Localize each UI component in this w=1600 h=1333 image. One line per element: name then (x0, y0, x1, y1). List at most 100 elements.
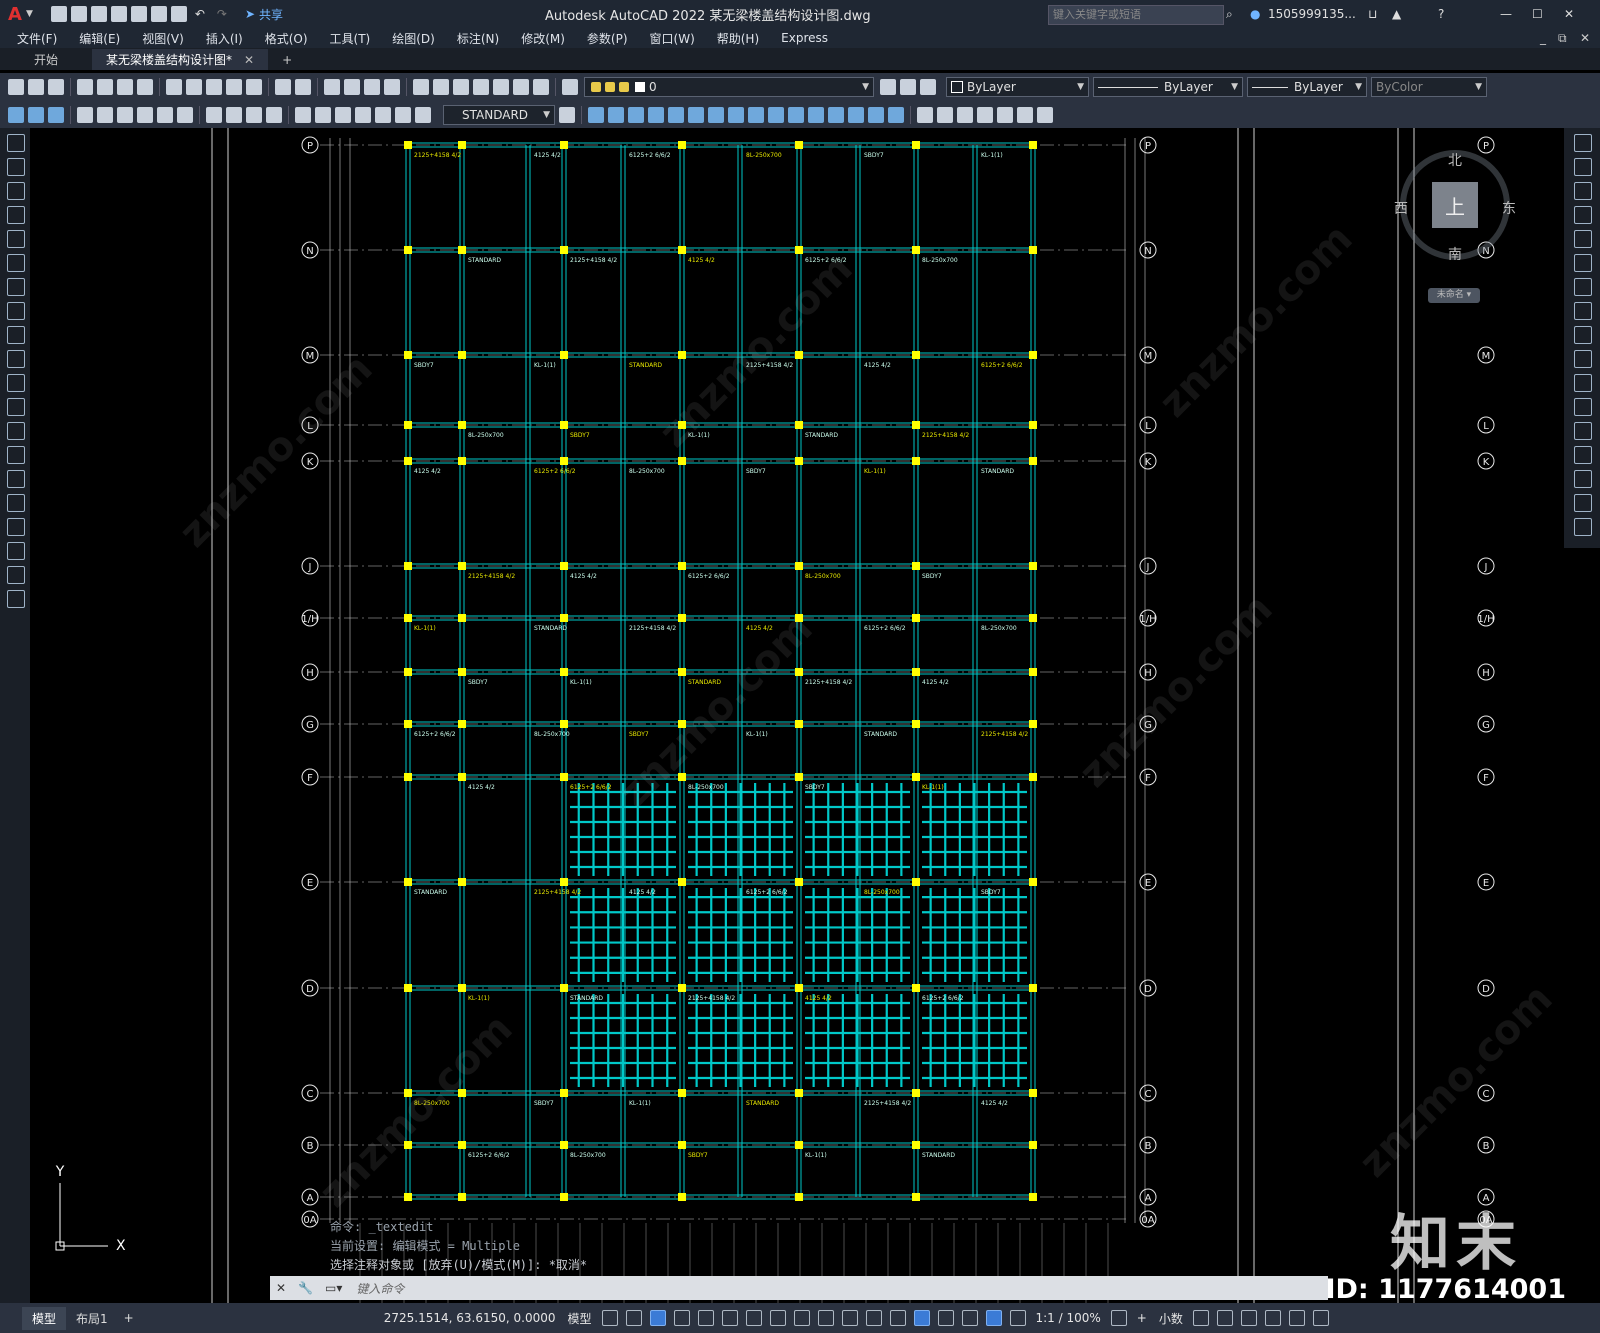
continue-icon[interactable] (226, 106, 242, 123)
linear-dimension-icon[interactable] (28, 106, 44, 123)
array-icon[interactable] (1574, 230, 1592, 248)
coordinates-readout[interactable]: 2725.1514, 63.6150, 0.0000 (384, 1311, 556, 1325)
snap-icon[interactable] (625, 1310, 642, 1326)
mtext-icon[interactable] (7, 566, 25, 584)
command-recent-icon[interactable]: ▭▾ (325, 1281, 342, 1295)
baseline-icon[interactable] (206, 106, 222, 123)
menu-view[interactable]: 视图(V) (131, 30, 195, 47)
quick-dimension-icon[interactable] (8, 106, 24, 123)
modify-offset-icon[interactable] (648, 106, 664, 123)
transparency-icon[interactable] (841, 1310, 858, 1326)
isodraft-icon[interactable] (745, 1310, 762, 1326)
tool-palettes-icon[interactable] (453, 79, 469, 95)
construction-line-icon[interactable] (7, 158, 25, 176)
modify-join-icon[interactable] (828, 106, 844, 123)
redo-icon[interactable]: ↷ (217, 7, 227, 21)
aligned-dimension-icon[interactable] (48, 106, 64, 123)
gizmo-icon[interactable] (961, 1310, 978, 1326)
scale-icon[interactable] (1574, 302, 1592, 320)
search-icon[interactable]: ⌕ (1226, 7, 1233, 22)
dynamic-input-icon[interactable] (673, 1310, 690, 1326)
menu-window[interactable]: 窗口(W) (639, 30, 706, 47)
polygon-icon[interactable] (7, 206, 25, 224)
cart-icon[interactable]: ⊔ (1368, 7, 1377, 21)
ucs-menu-button[interactable]: 未命名 ▾ (1428, 288, 1480, 303)
command-line[interactable]: ✕ 🔧 ▭▾ 键入命令 (270, 1276, 1328, 1300)
diameter-icon[interactable] (157, 106, 173, 123)
layout-tab-model[interactable]: 模型 (22, 1306, 67, 1330)
menu-modify[interactable]: 修改(M) (510, 30, 576, 47)
cut-icon[interactable] (166, 79, 182, 95)
web-save-icon[interactable] (150, 6, 167, 22)
center-mark-icon[interactable] (315, 106, 331, 123)
polar-icon[interactable] (721, 1310, 738, 1326)
ellipse-icon[interactable] (7, 350, 25, 368)
design-center-icon[interactable] (433, 79, 449, 95)
attach-icon[interactable] (1037, 106, 1053, 123)
trim-icon[interactable] (1574, 350, 1592, 368)
angular-icon[interactable] (177, 106, 193, 123)
menu-format[interactable]: 格式(O) (254, 30, 319, 47)
dim-update-icon[interactable] (415, 106, 431, 123)
dynamic-ucs-icon[interactable] (913, 1310, 930, 1326)
join-icon[interactable] (1574, 422, 1592, 440)
infer-constraints-icon[interactable] (649, 1310, 666, 1326)
menu-parametric[interactable]: 参数(P) (576, 30, 639, 47)
modify-array-icon[interactable] (668, 106, 684, 123)
layer-dropdown[interactable]: 0 ▼ (584, 77, 874, 97)
web-open-icon[interactable] (130, 6, 147, 22)
mirror-icon[interactable] (1574, 182, 1592, 200)
plus-icon[interactable]: + (1137, 1311, 1147, 1325)
gradient-icon[interactable] (7, 494, 25, 512)
grid-icon[interactable] (601, 1310, 618, 1326)
command-customize-icon[interactable]: 🔧 (298, 1281, 313, 1295)
doc-restore-icon[interactable]: ⧉ (1558, 31, 1567, 46)
user-icon[interactable]: ● (1250, 7, 1260, 21)
clean-screen-icon[interactable] (1288, 1310, 1305, 1326)
undo-icon[interactable] (275, 79, 291, 95)
modify-scale-icon[interactable] (728, 106, 744, 123)
menu-file[interactable]: 文件(F) (6, 30, 68, 47)
arc-length-icon[interactable] (77, 106, 93, 123)
lineweight-icon[interactable] (817, 1310, 834, 1326)
offset-icon[interactable] (1574, 206, 1592, 224)
plotstyle-dropdown[interactable]: ByColor ▼ (1371, 77, 1487, 97)
new-tab-button[interactable]: + (268, 49, 306, 70)
add-selected-icon[interactable] (7, 590, 25, 608)
command-close-icon[interactable]: ✕ (276, 1281, 286, 1295)
break-icon[interactable] (1574, 398, 1592, 416)
menu-draw[interactable]: 绘图(D) (381, 30, 446, 47)
doc-minimize-icon[interactable]: _ (1540, 31, 1546, 45)
layer-state-icon[interactable] (920, 79, 936, 95)
revision-cloud-icon[interactable] (7, 302, 25, 320)
dim-text-edit-icon[interactable] (395, 106, 411, 123)
zoom-realtime-icon[interactable] (344, 79, 360, 95)
make-current-layer-icon[interactable] (880, 79, 896, 95)
text-front-icon[interactable] (957, 106, 973, 123)
hatch-back-icon[interactable] (977, 106, 993, 123)
modify-mirror-icon[interactable] (628, 106, 644, 123)
annotation-visibility-icon[interactable] (985, 1310, 1002, 1326)
radius-icon[interactable] (117, 106, 133, 123)
app-menu-chevron-icon[interactable]: ▼ (26, 9, 33, 19)
help-icon[interactable]: ? (1438, 7, 1444, 21)
command-input[interactable]: 键入命令 (356, 1280, 404, 1297)
tab-close-icon[interactable]: ✕ (244, 53, 254, 67)
viewcube-north[interactable]: 北 (1448, 150, 1462, 170)
search-field[interactable]: 键入关键字或短语 (1048, 5, 1224, 25)
dim-style-icon[interactable] (559, 106, 575, 123)
viewcube-east[interactable]: 东 (1502, 198, 1516, 218)
redo-icon[interactable] (295, 79, 311, 95)
workspace-gear-icon[interactable] (1110, 1310, 1127, 1326)
copy-icon[interactable] (1574, 158, 1592, 176)
make-block-icon[interactable] (1017, 106, 1033, 123)
new-file-icon[interactable] (50, 6, 67, 22)
menu-insert[interactable]: 插入(I) (195, 30, 254, 47)
space-icon[interactable] (246, 106, 262, 123)
break-icon[interactable] (266, 106, 282, 123)
save-as-icon[interactable] (110, 6, 127, 22)
modify-chamfer-icon[interactable] (848, 106, 864, 123)
modify-trim-icon[interactable] (768, 106, 784, 123)
erase-icon[interactable] (1574, 134, 1592, 152)
match-properties-icon[interactable] (226, 79, 242, 95)
